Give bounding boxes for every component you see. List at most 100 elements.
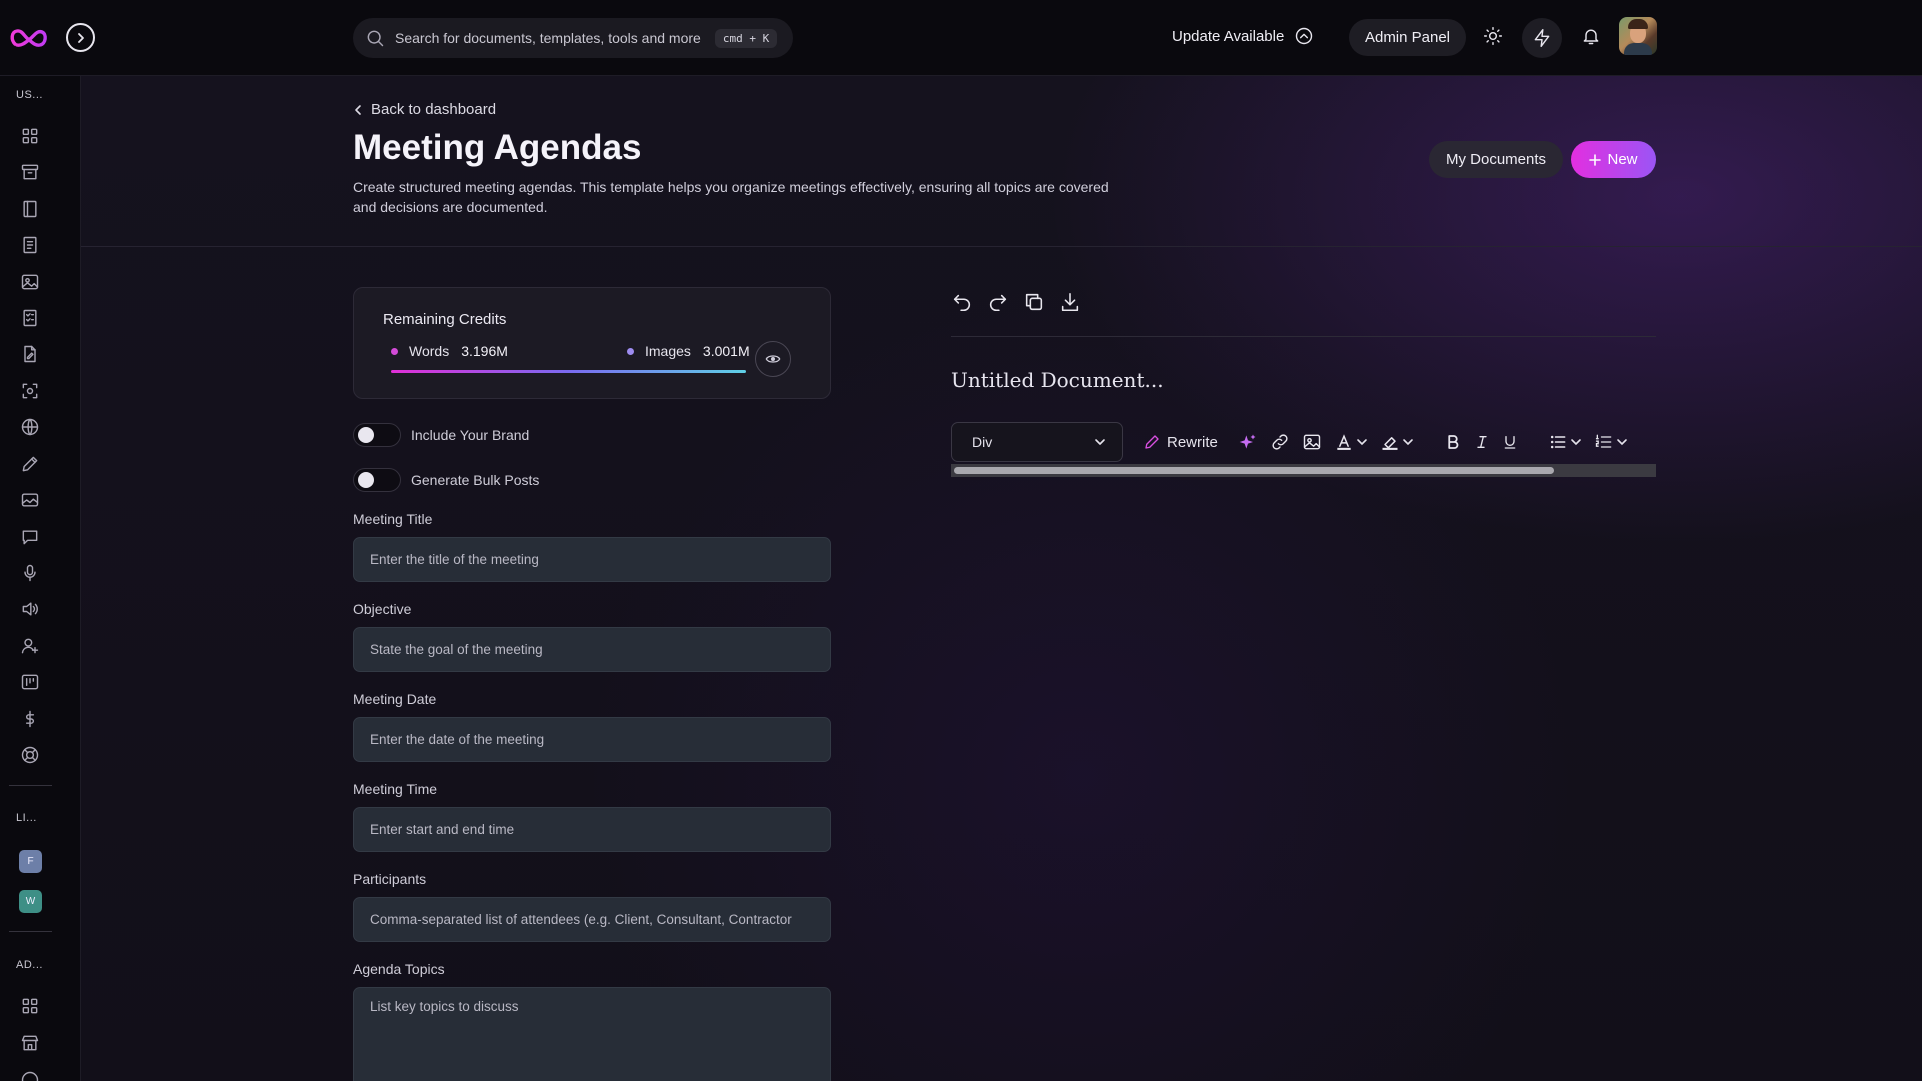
include-brand-row: Include Your Brand xyxy=(353,423,529,447)
link-button[interactable] xyxy=(1270,432,1290,452)
palette-icon[interactable] xyxy=(20,1070,40,1081)
agenda-topics-label: Agenda Topics xyxy=(353,961,445,977)
meeting-date-input[interactable] xyxy=(353,717,831,762)
notifications-button[interactable] xyxy=(1581,26,1601,46)
highlight-button[interactable] xyxy=(1380,432,1414,452)
quick-actions-button[interactable] xyxy=(1522,18,1562,58)
ai-sparkle-button[interactable] xyxy=(1238,432,1258,452)
words-value: 3.196M xyxy=(461,343,508,359)
editor-divider xyxy=(951,336,1656,337)
meeting-time-input[interactable] xyxy=(353,807,831,852)
bulk-posts-toggle[interactable] xyxy=(353,468,401,492)
pen-icon[interactable] xyxy=(20,454,40,474)
update-available-button[interactable]: Update Available xyxy=(1172,26,1314,46)
user-avatar[interactable] xyxy=(1619,17,1657,55)
sidebar-toggle-button[interactable] xyxy=(66,23,95,52)
scan-icon[interactable] xyxy=(20,381,40,401)
book-icon[interactable] xyxy=(20,199,40,219)
sidebar-section-admin: AD... xyxy=(16,959,43,971)
bullet-list-icon xyxy=(1550,435,1566,449)
file-edit-icon[interactable] xyxy=(20,344,40,364)
gallery-icon[interactable] xyxy=(20,490,40,510)
insert-image-button[interactable] xyxy=(1302,432,1322,452)
workspace-w[interactable]: W xyxy=(19,890,42,913)
objective-input[interactable] xyxy=(353,627,831,672)
document-icon[interactable] xyxy=(20,235,40,255)
globe-icon[interactable] xyxy=(20,417,40,437)
store-icon[interactable] xyxy=(20,1033,40,1053)
speaker-icon[interactable] xyxy=(20,599,40,619)
dashboard-icon[interactable] xyxy=(20,126,40,146)
text-color-icon xyxy=(1337,434,1351,450)
my-documents-button[interactable]: My Documents xyxy=(1429,141,1563,178)
page-title: Meeting Agendas xyxy=(353,128,642,167)
words-dot xyxy=(391,347,398,355)
rewrite-button[interactable]: Rewrite xyxy=(1143,433,1218,451)
sidebar: US... LI... F W AD... xyxy=(0,76,81,1081)
bullet-list-button[interactable] xyxy=(1548,432,1582,452)
checklist-icon[interactable] xyxy=(20,308,40,328)
top-bar: Search for documents, templates, tools a… xyxy=(0,0,1922,76)
new-document-button[interactable]: New xyxy=(1571,141,1656,178)
sidebar-section-links: LI... xyxy=(16,812,37,824)
toolbar-scrollbar-thumb[interactable] xyxy=(954,467,1554,474)
words-credit: Words 3.196M xyxy=(391,343,508,359)
chevron-down-icon xyxy=(1403,439,1413,446)
bulk-posts-label: Generate Bulk Posts xyxy=(411,472,540,488)
meeting-title-input[interactable] xyxy=(353,537,831,582)
bold-button[interactable] xyxy=(1444,433,1462,451)
include-brand-label: Include Your Brand xyxy=(411,427,530,443)
agenda-topics-input[interactable] xyxy=(353,987,831,1081)
theme-toggle-button[interactable] xyxy=(1483,26,1503,46)
images-value: 3.001M xyxy=(702,343,750,359)
image-icon[interactable] xyxy=(20,272,40,292)
microphone-icon[interactable] xyxy=(20,563,40,583)
italic-button[interactable] xyxy=(1474,433,1490,451)
toolbar-scrollbar[interactable] xyxy=(951,464,1656,477)
redo-icon xyxy=(989,294,1007,312)
new-label: New xyxy=(1607,151,1638,168)
undo-button[interactable] xyxy=(951,291,973,313)
participants-input[interactable] xyxy=(353,897,831,942)
app-logo[interactable] xyxy=(9,24,51,52)
back-to-dashboard-link[interactable]: Back to dashboard xyxy=(353,101,496,118)
text-color-button[interactable] xyxy=(1334,432,1368,452)
sidebar-divider xyxy=(9,785,52,786)
workspace-f[interactable]: F xyxy=(19,850,42,873)
user-plus-icon[interactable] xyxy=(20,636,40,656)
sidebar-divider xyxy=(9,931,52,932)
kanban-icon[interactable] xyxy=(20,672,40,692)
block-type-value: Div xyxy=(972,434,993,450)
chat-icon[interactable] xyxy=(20,527,40,547)
sun-icon xyxy=(1483,26,1503,46)
image-icon xyxy=(1303,434,1321,450)
redo-button[interactable] xyxy=(987,291,1009,313)
link-icon xyxy=(1272,434,1288,450)
meeting-date-label: Meeting Date xyxy=(353,691,437,707)
images-label: Images xyxy=(645,343,691,359)
underline-icon xyxy=(1504,436,1516,449)
search-placeholder: Search for documents, templates, tools a… xyxy=(395,30,701,46)
copy-button[interactable] xyxy=(1023,291,1045,313)
chevron-left-icon xyxy=(355,104,361,115)
toggle-credits-visibility-button[interactable] xyxy=(755,341,791,377)
numbered-list-button[interactable] xyxy=(1594,432,1628,452)
download-button[interactable] xyxy=(1059,291,1081,313)
admin-panel-button[interactable]: Admin Panel xyxy=(1349,19,1466,56)
credits-progress-fill xyxy=(391,370,746,373)
block-type-select[interactable]: Div xyxy=(951,422,1123,462)
dollar-icon[interactable] xyxy=(20,709,40,729)
participants-label: Participants xyxy=(353,871,427,887)
underline-button[interactable] xyxy=(1502,433,1518,451)
meeting-time-label: Meeting Time xyxy=(353,781,438,797)
arrow-up-circle-icon xyxy=(1296,27,1313,45)
words-label: Words xyxy=(409,343,450,359)
admin-dashboard-icon[interactable] xyxy=(20,996,40,1016)
search-bar[interactable]: Search for documents, templates, tools a… xyxy=(353,18,793,58)
include-brand-toggle[interactable] xyxy=(353,423,401,447)
archive-icon[interactable] xyxy=(20,162,40,182)
document-title[interactable]: Untitled Document... xyxy=(951,368,1164,392)
support-icon[interactable] xyxy=(20,745,40,765)
bell-icon xyxy=(1583,29,1599,45)
bold-icon xyxy=(1448,435,1459,449)
